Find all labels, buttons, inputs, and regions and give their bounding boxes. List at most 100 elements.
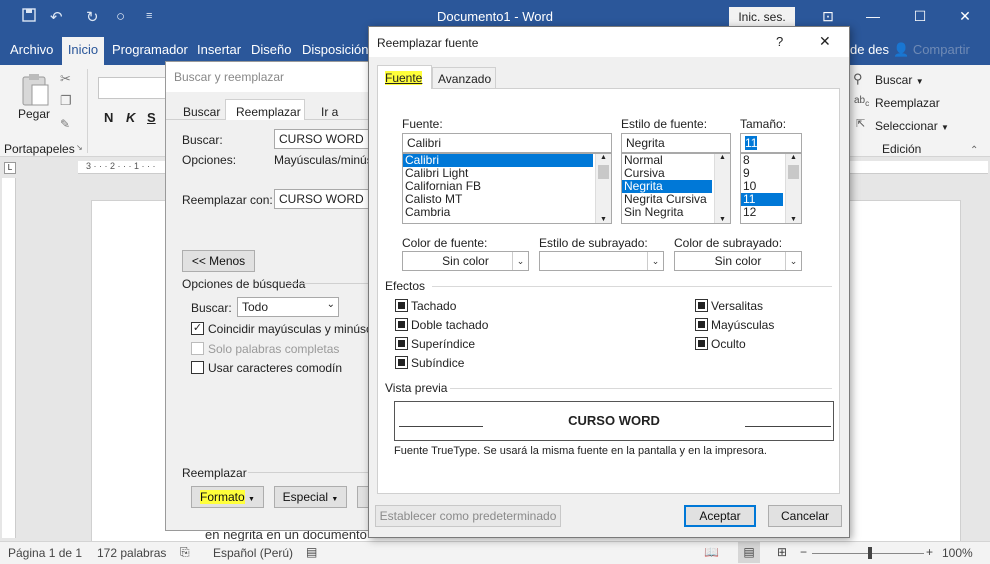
list-item[interactable]: 12: [741, 206, 783, 219]
tab-avanzado[interactable]: Avanzado: [432, 67, 496, 88]
style-list-scrollbar[interactable]: ▲ ▼: [714, 154, 730, 223]
font-style-list[interactable]: Normal Cursiva Negrita Negrita Cursiva S…: [621, 153, 731, 224]
scroll-up-icon[interactable]: ▲: [786, 154, 801, 161]
preview-note: Fuente TrueType. Se usará la misma fuent…: [394, 445, 767, 457]
strikethrough-label: Tachado: [411, 299, 457, 313]
dialog-launcher-icon[interactable]: ↘: [76, 143, 83, 152]
bold-button[interactable]: N: [104, 110, 113, 125]
font-name-box[interactable]: [98, 77, 166, 99]
font-dialog-title: Reemplazar fuente: [377, 36, 479, 50]
size-input[interactable]: 11: [740, 133, 802, 153]
list-item[interactable]: Cambria: [403, 206, 593, 219]
close-icon[interactable]: ✕: [950, 5, 980, 27]
tab-diseno[interactable]: Diseño: [251, 42, 291, 57]
minimize-icon[interactable]: —: [858, 5, 888, 27]
word-count[interactable]: 172 palabras: [97, 546, 166, 560]
subscript-checkbox[interactable]: [395, 356, 408, 369]
hidden-checkbox[interactable]: [695, 337, 708, 350]
whole-words-checkbox[interactable]: [191, 342, 204, 355]
format-button[interactable]: Formato ▼: [191, 486, 264, 508]
paste-label[interactable]: Pegar: [18, 107, 50, 121]
page-count[interactable]: Página 1 de 1: [8, 546, 82, 560]
special-button[interactable]: Especial ▼: [274, 486, 347, 508]
double-strikethrough-label: Doble tachado: [411, 318, 489, 332]
vertical-ruler[interactable]: [2, 178, 16, 538]
read-mode-icon[interactable]: 📖: [704, 545, 719, 559]
zoom-slider-thumb[interactable]: [868, 547, 872, 559]
group-divider: [87, 69, 88, 153]
help-icon[interactable]: ?: [776, 34, 783, 49]
less-button[interactable]: << Menos: [182, 250, 255, 272]
find-label: Buscar: [875, 73, 913, 87]
search-direction-select[interactable]: Todo ⌄: [237, 297, 339, 317]
tab-insertar[interactable]: Insertar: [197, 42, 241, 57]
double-strikethrough-checkbox[interactable]: [395, 318, 408, 331]
strikethrough-checkbox[interactable]: [395, 299, 408, 312]
tab-inicio[interactable]: Inicio: [62, 37, 104, 65]
size-list[interactable]: 8 9 10 11 12 ▲ ▼: [740, 153, 802, 224]
scroll-down-icon[interactable]: ▼: [786, 216, 801, 223]
tab-selector-icon[interactable]: L: [4, 162, 16, 174]
zoom-in-icon[interactable]: +: [926, 545, 933, 559]
ok-button[interactable]: Aceptar: [684, 505, 756, 527]
tab-buscar[interactable]: Buscar: [183, 105, 220, 119]
tab-programador[interactable]: Programador: [112, 42, 188, 57]
font-list[interactable]: Calibri Calibri Light Californian FB Cal…: [402, 153, 612, 224]
select-button[interactable]: Seleccionar ▼: [875, 119, 949, 133]
italic-button[interactable]: K: [126, 110, 135, 125]
scroll-up-icon[interactable]: ▲: [715, 154, 730, 161]
font-style-input[interactable]: Negrita: [621, 133, 731, 153]
small-caps-checkbox[interactable]: [695, 299, 708, 312]
tab-disposicion[interactable]: Disposición: [302, 42, 368, 57]
list-item[interactable]: Sin Negrita: [622, 206, 712, 219]
wildcards-checkbox[interactable]: [191, 361, 204, 374]
font-color-label: Color de fuente:: [402, 236, 488, 250]
tab-fuente[interactable]: Fuente: [377, 65, 432, 89]
language-indicator[interactable]: Español (Perú): [213, 546, 293, 560]
all-caps-checkbox[interactable]: [695, 318, 708, 331]
paste-icon[interactable]: [20, 73, 52, 109]
maximize-icon[interactable]: ☐: [905, 5, 935, 27]
underline-button[interactable]: S: [147, 110, 156, 125]
zoom-out-icon[interactable]: −: [800, 545, 807, 559]
scroll-up-icon[interactable]: ▲: [596, 154, 611, 161]
share-button[interactable]: 👤 Compartir: [893, 42, 970, 58]
tab-reemplazar-active[interactable]: Reemplazar: [225, 99, 305, 120]
underline-color-select[interactable]: Sin color ⌄: [674, 251, 802, 271]
scroll-down-icon[interactable]: ▼: [596, 216, 611, 223]
replace-button[interactable]: Reemplazar: [875, 96, 940, 110]
find-button[interactable]: Buscar ▼: [875, 73, 924, 87]
font-color-select[interactable]: Sin color ⌄: [402, 251, 529, 271]
ribbon-display-icon[interactable]: ⊡: [813, 5, 843, 27]
web-layout-icon[interactable]: ⊞: [777, 545, 787, 559]
replace-input[interactable]: CURSO WORD: [274, 189, 376, 209]
zoom-level[interactable]: 100%: [942, 546, 973, 560]
cancel-button[interactable]: Cancelar: [768, 505, 842, 527]
proofing-icon[interactable]: ⎘: [180, 545, 190, 560]
print-layout-icon[interactable]: ▤: [738, 542, 760, 563]
tab-revision-partial[interactable]: de des: [850, 42, 889, 57]
font-style-label: Estilo de fuente:: [621, 117, 708, 131]
tab-ir-a[interactable]: Ir a: [321, 105, 338, 119]
close-icon[interactable]: ✕: [819, 33, 831, 50]
copy-icon[interactable]: ❐: [60, 93, 72, 109]
cut-icon[interactable]: ✂: [60, 71, 71, 87]
scroll-down-icon[interactable]: ▼: [715, 216, 730, 223]
underline-style-select[interactable]: ⌄: [539, 251, 664, 271]
find-input[interactable]: CURSO WORD: [274, 129, 376, 149]
size-list-scrollbar[interactable]: ▲ ▼: [785, 154, 801, 223]
font-list-scrollbar[interactable]: ▲ ▼: [595, 154, 611, 223]
signin-button[interactable]: Inic. ses.: [729, 7, 795, 27]
match-case-checkbox[interactable]: ✓: [191, 322, 204, 335]
set-default-button[interactable]: Establecer como predeterminado: [375, 505, 561, 527]
format-painter-icon[interactable]: ✎: [60, 117, 70, 131]
font-input[interactable]: Calibri: [402, 133, 612, 153]
superscript-checkbox[interactable]: [395, 337, 408, 350]
options-label: Opciones:: [182, 153, 237, 167]
tab-archivo[interactable]: Archivo: [10, 42, 53, 57]
search-direction-value: Todo: [242, 300, 269, 314]
collapse-ribbon-icon[interactable]: ⌃: [970, 145, 978, 156]
scroll-thumb[interactable]: [788, 165, 799, 179]
macro-icon[interactable]: ▤: [306, 545, 317, 559]
scroll-thumb[interactable]: [598, 165, 609, 179]
